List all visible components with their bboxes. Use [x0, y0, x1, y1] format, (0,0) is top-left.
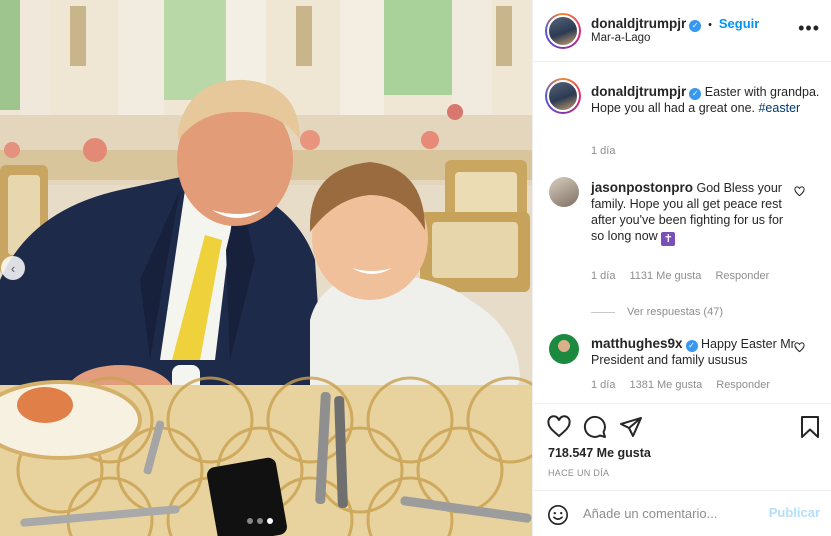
comment-bubble-icon[interactable] [583, 415, 607, 439]
verified-badge-icon: ✓ [689, 88, 702, 100]
comment: matthughes9x ✓ Happy Easter Mr. President… [591, 336, 801, 368]
caption-time[interactable]: 1 día [591, 145, 615, 157]
add-comment-bar: Publicar [533, 490, 831, 536]
post-photo [0, 0, 532, 536]
post-actions: 718.547 Me gusta HACE UN DÍA Publicar [533, 403, 831, 536]
like-heart-icon[interactable] [547, 415, 571, 439]
view-replies-label: Ver respuestas (47) [627, 306, 723, 318]
carousel-dot [247, 518, 253, 524]
like-comment-heart-icon[interactable] [794, 342, 805, 353]
caption-username[interactable]: donaldjtrumpjr [591, 84, 686, 99]
author-username[interactable]: donaldjtrumpjr [591, 16, 686, 31]
comment: jasonpostonpro God Bless your family. Ho… [591, 180, 791, 246]
comment-time[interactable]: 1 día [591, 270, 615, 282]
comment-meta: 1 día 1381 Me gusta Responder [591, 379, 784, 391]
reply-button[interactable]: Responder [715, 270, 769, 282]
author-line: donaldjtrumpjr ✓ • Seguir [591, 15, 759, 32]
comment-likes[interactable]: 1131 Me gusta [629, 270, 701, 282]
author-avatar[interactable] [545, 13, 581, 49]
carousel-dot-active [267, 518, 273, 524]
post-date[interactable]: HACE UN DÍA [548, 468, 609, 478]
caption-avatar[interactable] [545, 78, 581, 114]
post-header: donaldjtrumpjr ✓ • Seguir Mar-a-Lago ••• [533, 0, 831, 62]
like-comment-heart-icon[interactable] [794, 186, 805, 197]
comment-time[interactable]: 1 día [591, 379, 615, 391]
hashtag-link[interactable]: #easter [758, 101, 800, 115]
instagram-post: ‹ donaldjtrumpjr ✓ • Seguir Mar-a-Lago ••… [0, 0, 831, 536]
verified-badge-icon: ✓ [689, 20, 702, 32]
carousel-dot [257, 518, 263, 524]
share-paper-plane-icon[interactable] [619, 415, 643, 439]
post-media[interactable]: ‹ [0, 0, 532, 536]
likes-count[interactable]: 718.547 Me gusta [548, 446, 651, 460]
comment-username[interactable]: jasonpostonpro [591, 180, 693, 195]
divider-line [591, 311, 615, 313]
view-replies-button[interactable]: Ver respuestas (47) [591, 306, 723, 318]
publish-button[interactable]: Publicar [769, 505, 820, 520]
separator-dot: • [708, 19, 712, 31]
comment-username[interactable]: matthughes9x [591, 336, 683, 351]
post-location[interactable]: Mar-a-Lago [591, 32, 650, 44]
save-bookmark-icon[interactable] [799, 415, 821, 439]
comment-avatar[interactable] [549, 334, 579, 364]
comment-input[interactable] [583, 501, 763, 525]
reply-button[interactable]: Responder [716, 379, 770, 391]
caption: donaldjtrumpjr ✓ Easter with grandpa. Hop… [591, 84, 821, 116]
latin-cross-emoji: ✝ [661, 232, 676, 246]
chevron-left-icon: ‹ [10, 260, 16, 276]
follow-button[interactable]: Seguir [719, 16, 759, 31]
comment-likes[interactable]: 1381 Me gusta [629, 379, 702, 391]
carousel-prev-button[interactable]: ‹ [1, 256, 25, 280]
comment-avatar[interactable] [549, 177, 579, 207]
caption-meta: 1 día [591, 145, 629, 157]
verified-badge-icon: ✓ [685, 340, 698, 352]
emoji-smile-icon[interactable] [547, 504, 569, 526]
more-options-icon[interactable]: ••• [798, 18, 820, 39]
comment-meta: 1 día 1131 Me gusta Responder [591, 270, 783, 282]
post-side-panel: donaldjtrumpjr ✓ • Seguir Mar-a-Lago ••• … [532, 0, 831, 536]
carousel-indicator [247, 518, 273, 524]
